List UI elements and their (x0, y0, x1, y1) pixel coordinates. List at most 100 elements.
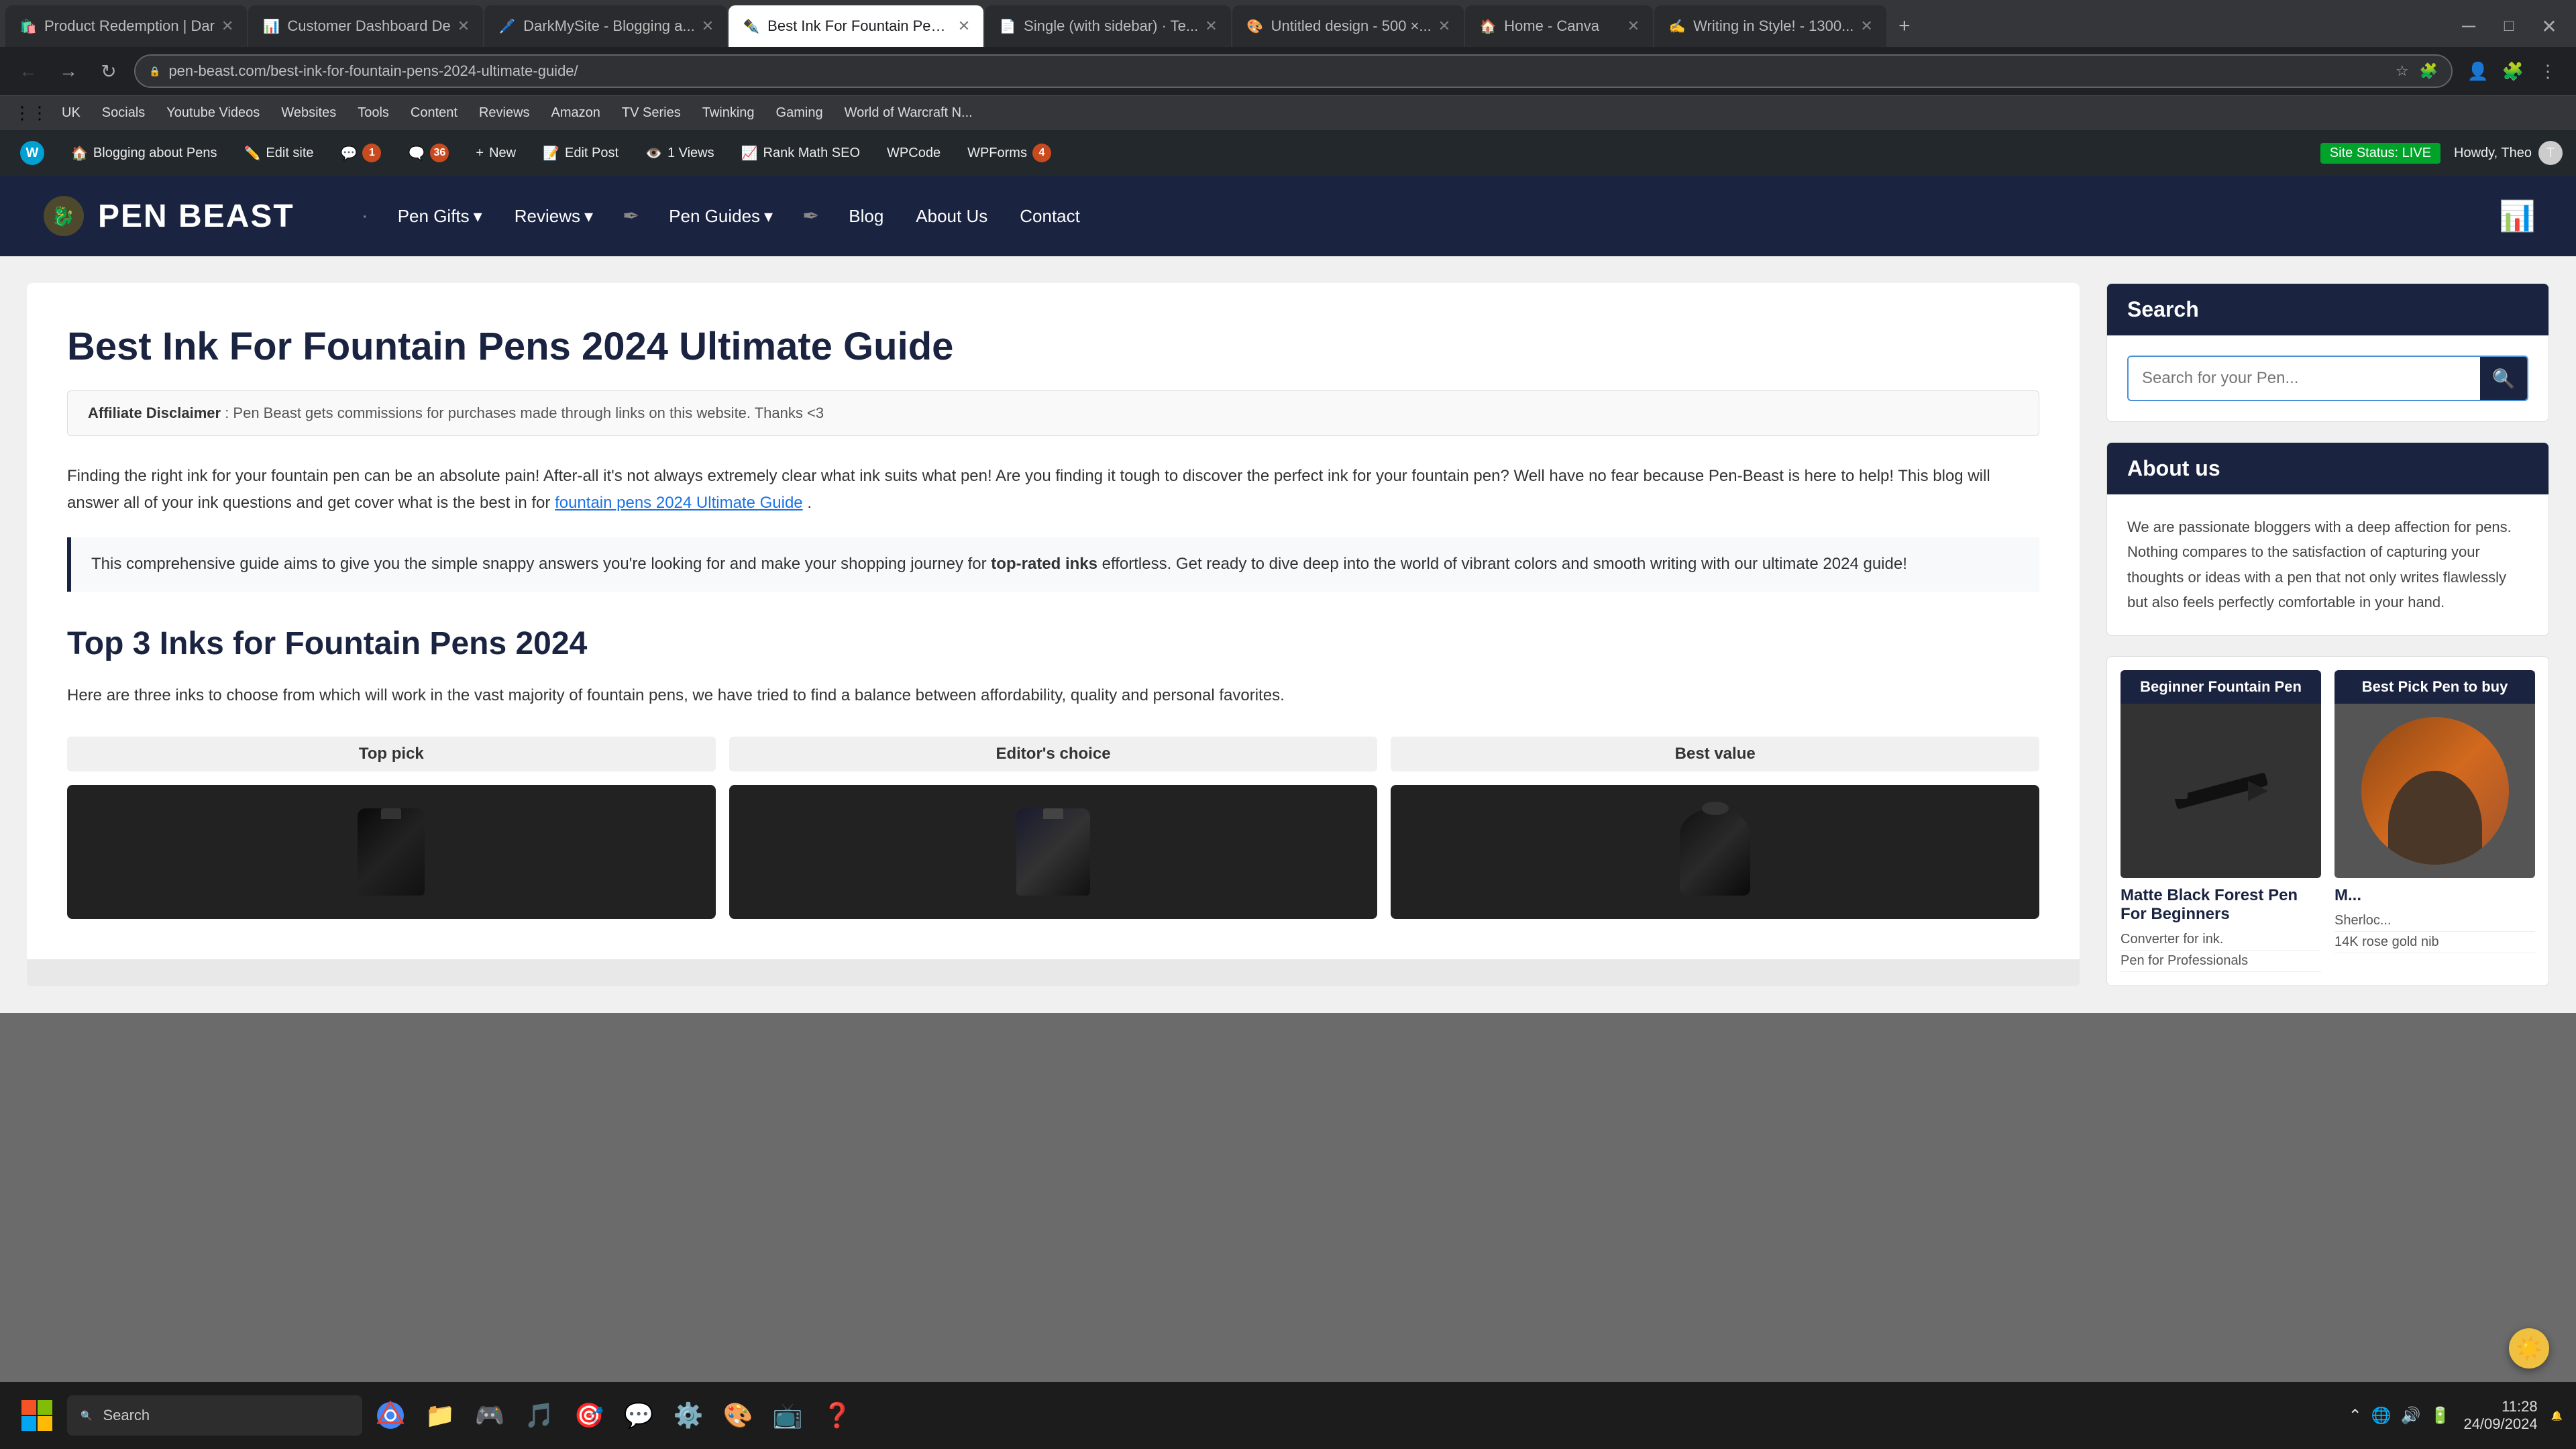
comments-36-icon: 🗨️ (408, 145, 425, 162)
theme-toggle-button[interactable]: ☀️ (2509, 1328, 2549, 1368)
logo-image: 🐉 (40, 193, 87, 239)
nav-reviews[interactable]: Reviews ▾ (512, 201, 596, 232)
browser-tab-tab-7[interactable]: 🏠 Home - Canva ✕ (1465, 5, 1653, 47)
menu-button[interactable]: ⋮ (2533, 56, 2563, 86)
tab-close-button[interactable]: ✕ (1860, 17, 1872, 35)
chevron-down-icon-3: ▾ (764, 206, 773, 227)
wp-site-name[interactable]: 🏠 Blogging about Pens (64, 142, 224, 164)
wp-edit-post[interactable]: 📝 Edit Post (536, 142, 625, 164)
wp-views[interactable]: 👁️ 1 Views (639, 142, 721, 164)
wp-new[interactable]: + New (469, 143, 523, 164)
notification-icon[interactable]: 🔔 (2551, 1410, 2563, 1421)
bookmark-item[interactable]: Content (401, 103, 467, 123)
site-logo[interactable]: 🐉 PEN BEAST (40, 193, 294, 239)
bookmark-item[interactable]: World of Warcraft N... (835, 103, 982, 123)
reload-button[interactable]: ↻ (94, 56, 123, 86)
tab-close-button[interactable]: ✕ (1438, 17, 1450, 35)
wp-wpforms[interactable]: WPForms 4 (961, 141, 1058, 165)
extensions-button[interactable]: 🧩 (2498, 56, 2528, 86)
wp-site-label: Blogging about Pens (93, 146, 217, 161)
wp-wpcode[interactable]: WPCode (880, 143, 947, 164)
extensions-icon[interactable]: 🧩 (2420, 62, 2438, 80)
user-avatar[interactable]: T (2538, 141, 2563, 165)
start-button[interactable] (13, 1392, 60, 1439)
nav-about-us[interactable]: About Us (913, 201, 990, 232)
bookmark-star-icon[interactable]: ☆ (2396, 62, 2409, 80)
bookmark-item[interactable]: Socials (93, 103, 154, 123)
product-img-2[interactable] (2334, 704, 2535, 878)
product-img-1[interactable] (2121, 704, 2321, 878)
wp-comments-36[interactable]: 🗨️ 36 (401, 141, 455, 165)
taskbar-icon-4[interactable]: 🎵 (518, 1394, 561, 1437)
browser-tab-tab-5[interactable]: 📄 Single (with sidebar) · Te... ✕ (985, 5, 1230, 47)
taskbar-icon-3[interactable]: 🎮 (468, 1394, 511, 1437)
nav-contact[interactable]: Contact (1017, 201, 1083, 232)
address-bar[interactable]: 🔒 pen-beast.com/best-ink-for-fountain-pe… (134, 54, 2453, 88)
taskbar-icon-7[interactable]: ⚙️ (667, 1394, 710, 1437)
profile-button[interactable]: 👤 (2463, 56, 2493, 86)
nav-blog[interactable]: Blog (846, 201, 886, 232)
taskbar-date-display: 24/09/2024 (2463, 1415, 2537, 1433)
maximize-button[interactable]: □ (2489, 6, 2529, 46)
bookmark-apps-icon[interactable]: ⋮⋮ (13, 103, 48, 123)
minimize-button[interactable]: ─ (2449, 6, 2489, 46)
taskbar: 🔍 Search 📁 🎮 🎵 🎯 💬 ⚙️ 🎨 📺 ❓ ⌃ 🌐 🔊 🔋 (0, 1382, 2576, 1449)
taskbar-icon-5[interactable]: 🎯 (568, 1394, 610, 1437)
bookmark-item[interactable]: Youtube Videos (157, 103, 269, 123)
bookmark-item[interactable]: Twinking (693, 103, 764, 123)
bookmark-item[interactable]: Tools (348, 103, 398, 123)
browser-tab-tab-8[interactable]: ✍️ Writing in Style! - 1300... ✕ (1654, 5, 1886, 47)
taskbar-icon-8[interactable]: 🎨 (716, 1394, 759, 1437)
comments-badge: 1 (362, 144, 381, 162)
browser-tab-tab-1[interactable]: 🛍️ Product Redemption | Dar ✕ (5, 5, 247, 47)
taskbar-file-explorer-icon[interactable]: 📁 (419, 1394, 462, 1437)
network-icon[interactable]: 🌐 (2371, 1406, 2392, 1426)
article-link[interactable]: fountain pens 2024 Ultimate Guide (555, 494, 803, 512)
home-icon: 🏠 (71, 145, 88, 162)
battery-icon[interactable]: 🔋 (2430, 1406, 2451, 1426)
taskbar-icon-6[interactable]: 💬 (617, 1394, 660, 1437)
tab-close-button[interactable]: ✕ (702, 17, 714, 35)
bookmark-item[interactable]: Amazon (542, 103, 610, 123)
article-content: Best Ink For Fountain Pens 2024 Ultimate… (27, 283, 2080, 959)
tab-favicon: 📄 (998, 17, 1017, 36)
taskbar-icon-10[interactable]: ❓ (816, 1394, 859, 1437)
nav-pen-gifts[interactable]: Pen Gifts ▾ (395, 201, 485, 232)
search-input[interactable] (2129, 358, 2480, 398)
browser-tab-tab-4[interactable]: ✒️ Best Ink For Fountain Pen... ✕ (729, 5, 983, 47)
section-title: Top 3 Inks for Fountain Pens 2024 (67, 625, 2039, 662)
browser-tab-tab-6[interactable]: 🎨 Untitled design - 500 ×... ✕ (1232, 5, 1464, 47)
nav-pen-guides[interactable]: Pen Guides ▾ (666, 201, 775, 232)
bookmark-item[interactable]: Websites (272, 103, 345, 123)
bookmark-item[interactable]: Gaming (767, 103, 833, 123)
browser-tab-tab-3[interactable]: 🖊️ DarkMySite - Blogging a... ✕ (484, 5, 727, 47)
comparison-images (67, 785, 2039, 919)
wp-logo-item[interactable]: W (13, 138, 51, 168)
about-us-header: About us (2107, 443, 2548, 494)
close-button[interactable]: ✕ (2529, 6, 2569, 46)
site-status-badge: Site Status: LIVE (2320, 143, 2440, 164)
back-button[interactable]: ← (13, 56, 43, 86)
taskbar-chrome-icon[interactable] (369, 1394, 412, 1437)
tab-close-button[interactable]: ✕ (458, 17, 470, 35)
search-button[interactable]: 🔍 (2480, 357, 2527, 400)
wp-comments[interactable]: 💬 1 (334, 141, 388, 165)
tab-close-button[interactable]: ✕ (221, 17, 233, 35)
browser-tab-tab-2[interactable]: 📊 Customer Dashboard De ✕ (248, 5, 483, 47)
nav-divider-2: ✒ (623, 205, 639, 228)
taskbar-icon-9[interactable]: 📺 (766, 1394, 809, 1437)
sound-icon[interactable]: 🔊 (2401, 1406, 2421, 1426)
forward-button[interactable]: → (54, 56, 83, 86)
tab-close-button[interactable]: ✕ (958, 17, 970, 35)
taskbar-clock[interactable]: 11:28 24/09/2024 (2463, 1398, 2537, 1433)
new-tab-button[interactable]: + (1888, 5, 1921, 47)
tab-close-button[interactable]: ✕ (1205, 17, 1217, 35)
taskbar-search-box[interactable]: 🔍 Search (67, 1395, 362, 1436)
chevron-up-icon[interactable]: ⌃ (2349, 1406, 2362, 1426)
bookmark-item[interactable]: Reviews (470, 103, 539, 123)
tab-close-button[interactable]: ✕ (1627, 17, 1640, 35)
bookmark-item[interactable]: TV Series (612, 103, 690, 123)
bookmark-item[interactable]: UK (52, 103, 90, 123)
wp-edit-site[interactable]: ✏️ Edit site (237, 142, 321, 164)
wp-rank-math[interactable]: 📈 Rank Math SEO (735, 142, 867, 164)
